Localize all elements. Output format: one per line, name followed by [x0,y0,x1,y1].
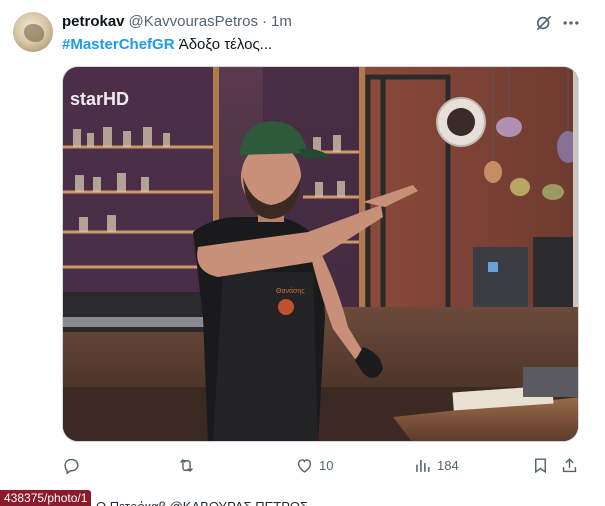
retweet-icon [180,458,193,472]
like-count: 10 [319,457,334,473]
like-icon [297,458,312,473]
timestamp[interactable]: 1m [271,13,292,30]
display-name[interactable]: petrokav [62,13,125,30]
status-url-badge: 438375/photo/1 [0,490,92,506]
avatar[interactable] [13,12,53,52]
views-count: 184 [437,457,459,473]
reply-icon [64,458,79,474]
hashtag-link[interactable]: #MasterChefGR [62,36,175,53]
broadcaster-logo: starHD [70,89,129,109]
views-button[interactable]: 184 [413,454,459,476]
tweet-body: Άδοξο τέλος... [174,36,273,53]
tweet-article[interactable]: petrokav @KavvourasPetros · 1m #MasterCh… [0,0,605,486]
tweet-header: petrokav @KavvourasPetros · 1m [62,13,292,33]
share-icon [562,457,577,472]
more-icon[interactable] [561,13,581,33]
bookmark-button[interactable] [531,454,550,476]
like-button[interactable]: 10 [295,454,333,476]
separator-dot: · [261,13,267,30]
retweet-button[interactable] [177,454,201,476]
bookmark-icon [535,457,546,473]
reply-button[interactable] [62,454,86,476]
user-handle[interactable]: @KavvourasPetros [129,13,258,30]
share-button[interactable] [560,454,579,476]
apron-name-text: Θανάσης [276,287,305,295]
kitchen-scene-image: Θανάσης starHD [63,67,578,441]
tweet-actions: 10 184 [62,454,582,476]
grok-icon[interactable] [534,13,554,33]
views-icon [416,459,430,472]
tweet-text: #MasterChefGR Άδοξο τέλος... [62,36,272,53]
tweet-photo[interactable]: Θανάσης starHD [62,66,579,442]
next-tweet-peek: Ο Πετρόκαβ @ΚΑΒΟΥΡΑΣ ΠΕΤΡΟΣ [96,497,336,506]
